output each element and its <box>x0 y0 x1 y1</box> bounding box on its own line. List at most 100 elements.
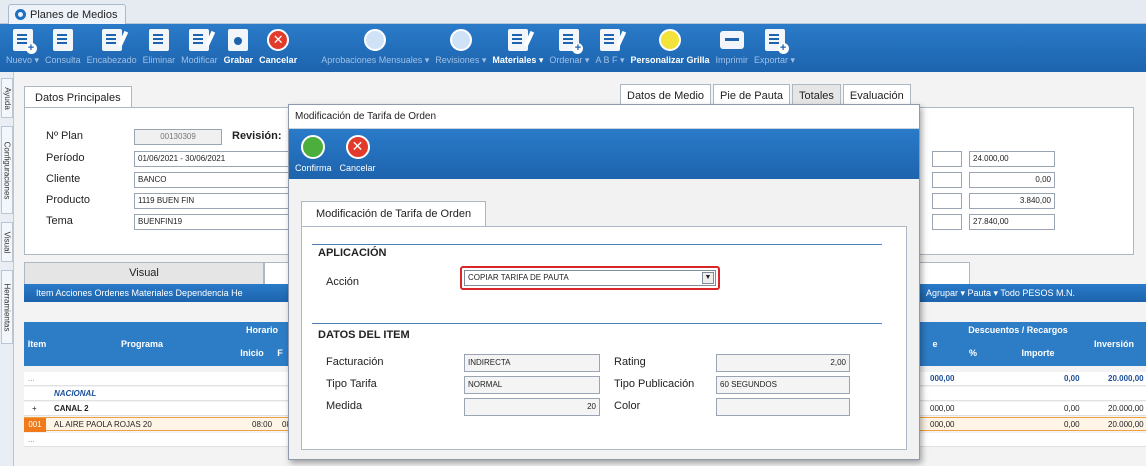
tab-pie-de-pauta[interactable]: Pie de Pauta <box>713 84 791 106</box>
producto-field[interactable]: 1119 BUEN FIN <box>134 193 290 209</box>
materiales-button[interactable]: Materiales ▾ <box>492 24 543 66</box>
tab-datos-de-medio[interactable]: Datos de Medio <box>620 84 712 106</box>
totals-side-box-4 <box>932 214 962 230</box>
facturacion-field: INDIRECTA <box>464 354 600 372</box>
accion-label: Acción <box>326 276 360 288</box>
encabezado-button[interactable]: Encabezado <box>87 24 137 65</box>
cliente-field[interactable]: BANCO <box>134 172 290 188</box>
title-bar: Planes de Medios <box>0 0 1146 24</box>
ordenar-button[interactable]: Ordenar ▾ <box>549 24 589 66</box>
vtab-configuraciones-label: Configuraciones <box>2 141 12 199</box>
total-value-3: 3.840,00 <box>969 193 1055 209</box>
row-programa: NACIONAL <box>54 389 97 398</box>
tipo-publicacion-field: 60 SEGUNDOS <box>716 376 850 394</box>
accion-highlight: COPIAR TARIFA DE PAUTA ▼ <box>460 266 720 290</box>
row-inicio: 08:00 <box>252 420 273 429</box>
header-edit-icon <box>101 29 122 51</box>
modify-document-icon <box>189 29 210 51</box>
col-fin[interactable]: F <box>270 348 290 358</box>
tema-label: Tema <box>46 215 73 227</box>
producto-label: Producto <box>46 194 91 206</box>
nro-plan-label: Nº Plan <box>46 130 84 142</box>
row-inversion: 20.000,00 <box>1108 374 1144 383</box>
query-document-icon <box>52 29 73 51</box>
personalizar-grilla-button[interactable]: Personalizar Grilla <box>630 24 710 65</box>
tab-visual[interactable]: Visual <box>24 262 264 284</box>
cancelar-button[interactable]: ✕ Cancelar <box>259 24 297 65</box>
accion-select[interactable]: COPIAR TARIFA DE PAUTA ▼ <box>464 270 716 286</box>
aprobaciones-button[interactable]: Aprobaciones Mensuales ▾ <box>321 24 429 66</box>
revisiones-button[interactable]: Revisiones ▾ <box>435 24 486 66</box>
modificar-label: Modificar <box>181 55 218 65</box>
cancel-x-icon: ✕ <box>345 135 370 159</box>
accion-selected-value: COPIAR TARIFA DE PAUTA <box>468 273 569 282</box>
confirm-thumbs-up-icon <box>301 135 326 159</box>
nuevo-label: Nuevo ▾ <box>6 55 40 65</box>
col-importe[interactable]: Importe <box>994 348 1082 358</box>
eliminar-button[interactable]: Eliminar <box>143 24 175 65</box>
cancelar-dialog-button[interactable]: ✕ Cancelar <box>340 129 376 179</box>
total-value-4: 27.840,00 <box>969 214 1055 230</box>
imprimir-label: Imprimir <box>715 55 749 65</box>
abf-icon <box>599 29 620 51</box>
totals-side-box-3 <box>932 193 962 209</box>
tab-modificacion-tarifa[interactable]: Modificación de Tarifa de Orden <box>301 201 487 227</box>
row-item: ... <box>28 435 35 444</box>
col-item[interactable]: Item <box>24 339 50 349</box>
tipo-tarifa-field: NORMAL <box>464 376 600 394</box>
chevron-down-icon[interactable]: ▼ <box>702 272 714 284</box>
row-e: 000,00 <box>930 374 955 383</box>
right-tabs: Datos de Medio Pie de Pauta Totales Eval… <box>620 84 911 106</box>
confirma-button[interactable]: Confirma <box>295 129 332 179</box>
revision-label: Revisión: <box>232 130 282 142</box>
tab-totales[interactable]: Totales <box>792 84 841 106</box>
col-e[interactable]: e <box>920 339 950 349</box>
revisiones-label: Revisiones ▾ <box>435 55 487 65</box>
datos-item-section-title: DATOS DEL ITEM <box>318 329 410 341</box>
row-importe: 0,00 <box>1064 420 1080 429</box>
col-inversion[interactable]: Inversión <box>1082 339 1146 349</box>
col-descuentos-recargos[interactable]: Descuentos / Recargos <box>954 325 1082 335</box>
grid-toolbar-right[interactable]: Agrupar ▾ Pauta ▾ Todo PESOS M.N. <box>926 284 1075 302</box>
vtab-herramientas-label: Herramientas <box>2 282 12 332</box>
col-pct[interactable]: % <box>954 348 992 358</box>
modificar-button[interactable]: Modificar <box>181 24 218 65</box>
col-inicio[interactable]: Inicio <box>234 348 270 358</box>
tab-evaluacion[interactable]: Evaluación <box>842 84 911 106</box>
window-tab[interactable]: Planes de Medios <box>8 4 127 24</box>
row-inversion: 20.000,00 <box>1108 420 1144 429</box>
aplicacion-divider <box>312 244 882 245</box>
tema-field[interactable]: BUENFIN19 <box>134 214 290 230</box>
vtab-ayuda[interactable]: Ayuda <box>1 78 13 118</box>
vtab-herramientas[interactable]: Herramientas <box>1 270 13 344</box>
vtab-visual-label: Visual <box>2 231 12 253</box>
color-field <box>716 398 850 416</box>
export-icon <box>764 29 789 54</box>
tab-datos-principales[interactable]: Datos Principales <box>24 86 132 108</box>
row-expand-toggle[interactable]: + <box>32 402 37 416</box>
consulta-button[interactable]: Consulta <box>45 24 81 65</box>
row-importe: 0,00 <box>1064 404 1080 413</box>
vtab-visual[interactable]: Visual <box>1 222 13 262</box>
color-label: Color <box>614 400 641 412</box>
grabar-button[interactable]: Grabar <box>224 24 253 65</box>
imprimir-button[interactable]: Imprimir <box>715 24 749 65</box>
rating-label: Rating <box>614 356 646 368</box>
abf-button[interactable]: A B F ▾ <box>595 24 624 66</box>
exportar-button[interactable]: Exportar ▾ <box>754 24 795 66</box>
new-document-icon <box>12 29 37 54</box>
col-programa[interactable]: Programa <box>50 339 234 349</box>
totals-side-box-2 <box>932 172 962 188</box>
vtab-configuraciones[interactable]: Configuraciones <box>1 126 13 214</box>
col-horario[interactable]: Horario <box>234 325 290 335</box>
consulta-label: Consulta <box>45 55 81 65</box>
medida-field: 20 <box>464 398 600 416</box>
facturacion-label: Facturación <box>326 356 384 368</box>
exportar-label: Exportar ▾ <box>754 55 796 65</box>
nuevo-button[interactable]: Nuevo ▾ <box>6 24 39 66</box>
materials-icon <box>507 29 528 51</box>
aprobaciones-label: Aprobaciones Mensuales ▾ <box>321 55 430 65</box>
confirma-label: Confirma <box>295 163 332 173</box>
cancel-x-icon: ✕ <box>267 29 290 51</box>
periodo-field[interactable]: 01/06/2021 - 30/06/2021 <box>134 151 290 167</box>
